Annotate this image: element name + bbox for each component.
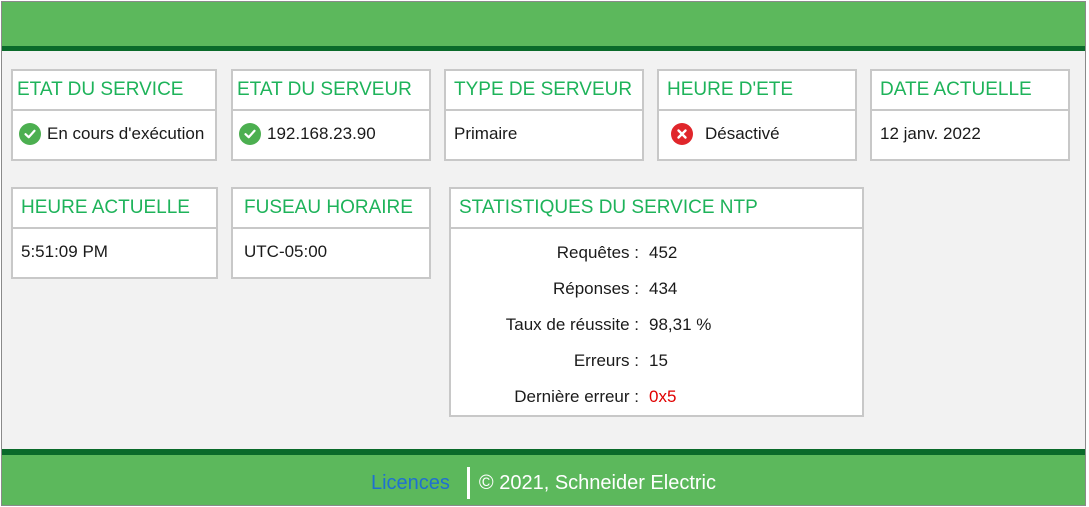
- card-value-row: Primaire: [446, 111, 642, 157]
- last-error-value: 0x5: [649, 387, 677, 406]
- stat-label: Taux de réussite :: [505, 315, 639, 334]
- card-server-type: TYPE DE SERVEUR Primaire: [444, 69, 644, 161]
- timezone-value: UTC-05:00: [244, 242, 328, 261]
- card-title: TYPE DE SERVEUR: [446, 71, 642, 111]
- current-date-value: 12 janv. 2022: [880, 124, 981, 143]
- card-title: ETAT DU SERVICE: [13, 71, 215, 111]
- stat-label: Dernière erreur :: [514, 387, 639, 406]
- card-ntp-stats: STATISTIQUES DU SERVICE NTP Requêtes : 4…: [449, 187, 864, 417]
- card-server-state: ETAT DU SERVEUR 192.168.23.90: [231, 69, 431, 161]
- card-title: STATISTIQUES DU SERVICE NTP: [451, 189, 862, 229]
- service-state-value: En cours d'exécution: [47, 124, 205, 143]
- card-value-row: Désactivé: [659, 111, 855, 157]
- server-type-value: Primaire: [454, 124, 518, 143]
- top-bar: [2, 2, 1085, 51]
- card-dst: HEURE D'ETE Désactivé: [657, 69, 857, 161]
- card-value-row: UTC-05:00: [233, 229, 429, 275]
- licences-link[interactable]: Licences: [371, 472, 450, 495]
- copyright-text: © 2021, Schneider Electric: [478, 471, 717, 494]
- card-value-row: 12 janv. 2022: [872, 111, 1068, 157]
- ntp-stats-list: Requêtes : 452 Réponses : 434 Taux de ré…: [451, 229, 862, 415]
- footer: Licences © 2021, Schneider Electric: [2, 449, 1085, 505]
- card-current-time: HEURE ACTUELLE 5:51:09 PM: [11, 187, 218, 279]
- card-value-row: En cours d'exécution: [13, 111, 215, 157]
- check-circle-icon: [239, 123, 261, 145]
- stat-row: Requêtes : 452: [451, 235, 862, 271]
- stat-row: Taux de réussite : 98,31 %: [451, 307, 862, 343]
- stat-value: 452: [649, 243, 678, 262]
- stat-value: 98,31 %: [649, 315, 712, 334]
- card-service-state: ETAT DU SERVICE En cours d'exécution: [11, 69, 217, 161]
- card-value-row: 192.168.23.90: [233, 111, 429, 157]
- card-current-date: DATE ACTUELLE 12 janv. 2022: [870, 69, 1070, 161]
- card-timezone: FUSEAU HORAIRE UTC-05:00: [231, 187, 431, 279]
- stat-label: Requêtes :: [556, 243, 639, 262]
- x-circle-icon: [671, 123, 693, 145]
- app-frame: ETAT DU SERVICE En cours d'exécution ETA…: [1, 1, 1086, 506]
- footer-divider: [466, 467, 470, 499]
- dst-value: Désactivé: [705, 124, 780, 143]
- stat-row: Réponses : 434: [451, 271, 862, 307]
- stat-row: Erreurs : 15: [451, 343, 862, 379]
- card-title: FUSEAU HORAIRE: [233, 189, 429, 229]
- card-title: DATE ACTUELLE: [872, 71, 1068, 111]
- stat-label: Erreurs :: [573, 351, 639, 370]
- stat-row: Dernière erreur : 0x5: [451, 379, 862, 415]
- server-state-value: 192.168.23.90: [267, 124, 376, 143]
- stat-value: 15: [649, 351, 668, 370]
- card-title: ETAT DU SERVEUR: [233, 71, 429, 111]
- card-value-row: 5:51:09 PM: [13, 229, 216, 275]
- card-title: HEURE D'ETE: [659, 71, 855, 111]
- card-title: HEURE ACTUELLE: [13, 189, 216, 229]
- current-time-value: 5:51:09 PM: [21, 242, 108, 261]
- check-circle-icon: [19, 123, 41, 145]
- stat-label: Réponses :: [553, 279, 639, 298]
- stat-value: 434: [649, 279, 678, 298]
